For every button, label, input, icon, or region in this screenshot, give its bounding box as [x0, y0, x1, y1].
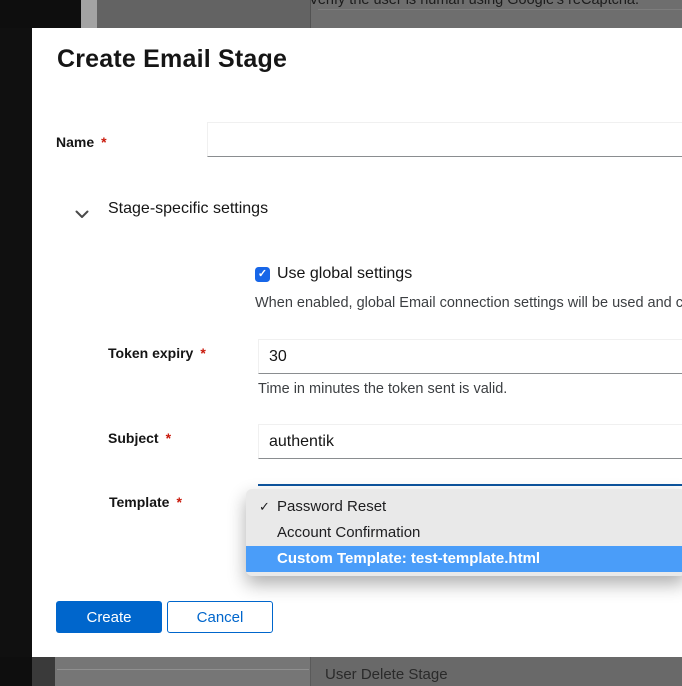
stage-specific-settings-label: Stage-specific settings [108, 200, 268, 218]
backdrop-user-delete-stage-label: User Delete Stage [325, 666, 448, 683]
backdrop-sidebar-bottom [0, 657, 32, 686]
template-option-password-reset[interactable]: ✓ Password Reset [246, 494, 682, 520]
create-email-stage-modal: Create Email Stage Name* Stage-specific … [32, 28, 682, 657]
backdrop-sidebar-left [0, 28, 32, 657]
required-asterisk: * [176, 494, 181, 510]
required-asterisk: * [200, 345, 205, 361]
backdrop-recaptcha-description: Verify the user is human using Google's … [309, 0, 639, 8]
required-asterisk: * [166, 430, 171, 446]
template-label: Template* [109, 494, 182, 510]
backdrop-nav-strip [32, 657, 55, 686]
subject-label: Subject* [108, 430, 171, 446]
template-option-account-confirmation[interactable]: Account Confirmation [246, 520, 682, 546]
use-global-settings-help: When enabled, global Email connection se… [255, 295, 682, 311]
use-global-settings-checkbox[interactable]: ✓ [255, 267, 270, 282]
required-asterisk: * [101, 134, 106, 150]
chevron-down-icon [75, 206, 89, 224]
token-expiry-help: Time in minutes the token sent is valid. [258, 381, 507, 397]
backdrop-sidebar-top [0, 0, 81, 28]
subject-input[interactable] [258, 424, 682, 459]
name-label: Name* [56, 134, 107, 150]
backdrop-top-strip: Verify the user is human using Google's … [0, 0, 682, 28]
name-input[interactable] [207, 122, 682, 157]
backdrop-bottom-strip: User Delete Stage [0, 657, 682, 686]
backdrop-row-divider-bottom [57, 669, 309, 670]
backdrop-table-panel-bottom [55, 657, 311, 686]
token-expiry-input[interactable] [258, 339, 682, 374]
use-global-settings-label: Use global settings [277, 265, 412, 283]
template-option-custom-template[interactable]: Custom Template: test-template.html [246, 546, 682, 572]
modal-title: Create Email Stage [57, 45, 287, 74]
check-icon: ✓ [258, 268, 267, 280]
backdrop-table-select-column [81, 0, 97, 28]
create-button[interactable]: Create [56, 601, 162, 633]
template-select-focus-border [258, 484, 682, 486]
token-expiry-label: Token expiry* [108, 345, 206, 361]
backdrop-table-panel-top [97, 0, 311, 28]
cancel-button[interactable]: Cancel [167, 601, 273, 633]
stage-specific-settings-toggle[interactable]: Stage-specific settings [75, 198, 375, 224]
backdrop-row-divider-top [318, 9, 682, 10]
check-icon: ✓ [259, 494, 270, 520]
template-select-dropdown: ✓ Password Reset Account Confirmation Cu… [246, 489, 682, 576]
